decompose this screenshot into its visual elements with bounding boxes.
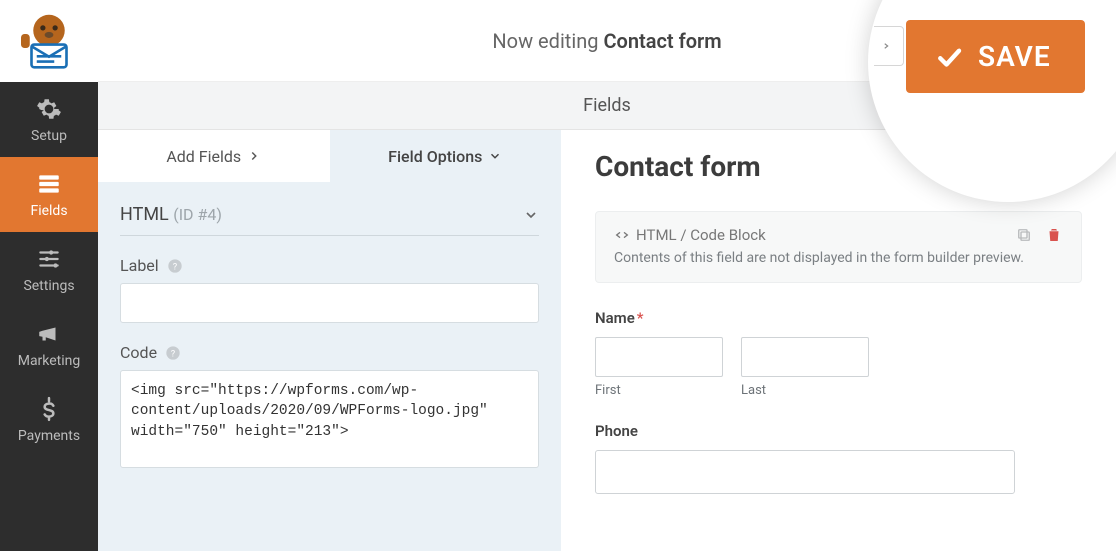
html-code-block[interactable]: HTML / Code Block Contents of this field… bbox=[595, 211, 1082, 283]
trash-icon[interactable] bbox=[1045, 226, 1063, 244]
phone-label: Phone bbox=[595, 422, 638, 440]
first-sublabel: First bbox=[595, 383, 723, 398]
name-label: Name bbox=[595, 309, 635, 327]
phone-input[interactable] bbox=[595, 450, 1015, 494]
nav-payments[interactable]: Payments bbox=[0, 382, 98, 457]
tab-add-fields[interactable]: Add Fields bbox=[98, 130, 330, 182]
dollar-icon bbox=[36, 396, 62, 422]
help-icon[interactable]: ? bbox=[167, 258, 183, 274]
nav-setup[interactable]: Setup bbox=[0, 82, 98, 157]
logo bbox=[0, 0, 98, 82]
megaphone-icon bbox=[36, 321, 62, 347]
last-sublabel: Last bbox=[741, 383, 869, 398]
chevron-down-icon bbox=[523, 207, 539, 223]
tab-label: Field Options bbox=[388, 147, 482, 166]
tab-field-options[interactable]: Field Options bbox=[330, 130, 562, 182]
code-textarea[interactable] bbox=[120, 370, 539, 468]
name-field[interactable]: Name* First Last bbox=[595, 309, 1082, 398]
label-field-label: Label bbox=[120, 256, 159, 275]
code-icon bbox=[876, 39, 890, 53]
code-icon bbox=[614, 227, 630, 243]
editing-prefix: Now editing bbox=[492, 29, 603, 53]
chevron-down-icon bbox=[488, 149, 502, 163]
form-icon bbox=[36, 171, 62, 197]
sidebar: Setup Fields Settings Marketing Payments bbox=[0, 0, 98, 551]
check-icon bbox=[934, 42, 964, 72]
tab-label: Add Fields bbox=[166, 147, 241, 166]
nav-fields[interactable]: Fields bbox=[0, 157, 98, 232]
options-panel: Add Fields Field Options HTML (ID #4) bbox=[98, 130, 561, 551]
editing-label: Now editing Contact form bbox=[492, 29, 721, 53]
duplicate-icon[interactable] bbox=[1015, 226, 1033, 244]
section-id: (ID #4) bbox=[173, 205, 222, 224]
code-field-label: Code bbox=[120, 343, 157, 362]
nav-settings[interactable]: Settings bbox=[0, 232, 98, 307]
embed-button[interactable] bbox=[874, 26, 904, 66]
save-highlight: SAVE ✕ bbox=[868, 0, 1116, 202]
section-type: HTML bbox=[120, 204, 169, 225]
sliders-icon bbox=[36, 246, 62, 272]
phone-field[interactable]: Phone bbox=[595, 422, 1082, 494]
fields-header-text: Fields bbox=[583, 95, 631, 116]
nav-label: Marketing bbox=[18, 353, 81, 369]
save-label: SAVE bbox=[978, 40, 1051, 73]
save-button[interactable]: SAVE bbox=[906, 20, 1085, 93]
label-input[interactable] bbox=[120, 283, 539, 323]
wpforms-logo-icon bbox=[14, 6, 84, 76]
svg-text:?: ? bbox=[171, 348, 176, 359]
svg-text:?: ? bbox=[172, 261, 177, 272]
required-asterisk: * bbox=[637, 309, 644, 327]
nav-label: Setup bbox=[31, 128, 67, 144]
section-toggle[interactable]: HTML (ID #4) bbox=[120, 204, 539, 236]
main-column: Now editing Contact form Fields Add Fiel… bbox=[98, 0, 1116, 551]
nav-label: Fields bbox=[30, 203, 67, 219]
help-icon[interactable]: ? bbox=[165, 345, 181, 361]
first-name-input[interactable] bbox=[595, 337, 723, 377]
last-name-input[interactable] bbox=[741, 337, 869, 377]
html-block-title: HTML / Code Block bbox=[636, 226, 766, 244]
nav-label: Payments bbox=[18, 428, 80, 444]
form-name: Contact form bbox=[603, 29, 721, 53]
chevron-right-icon bbox=[247, 149, 261, 163]
nav-marketing[interactable]: Marketing bbox=[0, 307, 98, 382]
html-block-desc: Contents of this field are not displayed… bbox=[614, 250, 1063, 266]
nav-label: Settings bbox=[23, 278, 74, 294]
gear-icon bbox=[36, 96, 62, 122]
